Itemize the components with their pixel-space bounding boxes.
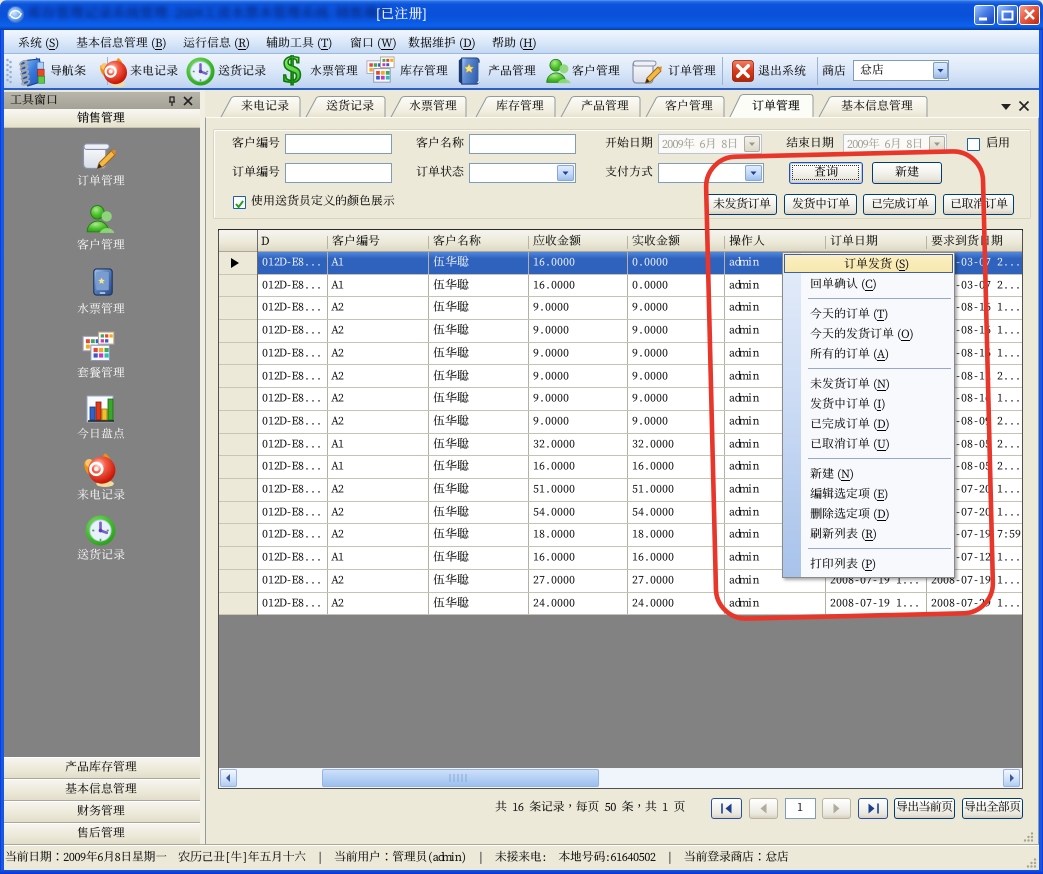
svg-text:$: $	[283, 55, 302, 87]
